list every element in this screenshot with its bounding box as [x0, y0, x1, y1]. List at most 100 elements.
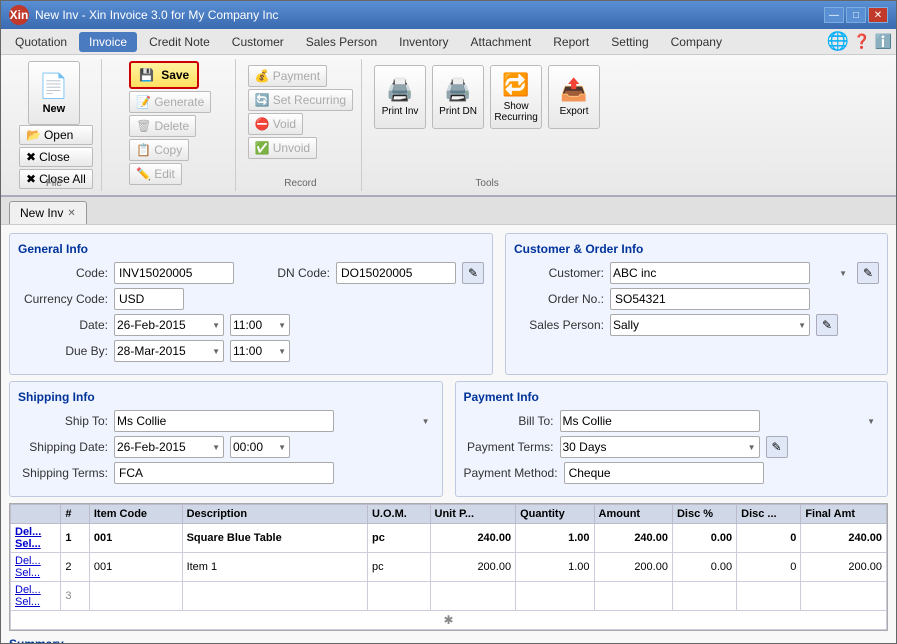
- void-button[interactable]: ⛔ Void: [248, 113, 303, 135]
- shipping-time-select[interactable]: 00:00: [230, 436, 290, 458]
- row2-unit-price[interactable]: 200.00: [430, 553, 516, 582]
- row1-del-link[interactable]: Del...: [15, 526, 41, 538]
- row1-sel-link[interactable]: Sel...: [15, 538, 41, 550]
- payment-terms-select[interactable]: 30 Days: [560, 436, 760, 458]
- add-row[interactable]: ✱: [11, 611, 887, 630]
- export-icon: 📤: [560, 77, 587, 103]
- row2-amount[interactable]: 200.00: [594, 553, 672, 582]
- row3-quantity[interactable]: [516, 582, 594, 611]
- sales-person-action-icon[interactable]: ✎: [816, 314, 838, 336]
- row2-uom[interactable]: pc: [367, 553, 430, 582]
- dn-code-action-icon[interactable]: ✎: [462, 262, 484, 284]
- show-recurring-button[interactable]: 🔁 Show Recurring: [490, 65, 542, 129]
- date-select[interactable]: 26-Feb-2015: [114, 314, 224, 336]
- row1-final-amt[interactable]: 240.00: [801, 524, 887, 553]
- dn-code-input[interactable]: [336, 262, 456, 284]
- new-inv-tab[interactable]: New Inv ✕: [9, 201, 87, 224]
- tab-close-icon[interactable]: ✕: [67, 208, 75, 219]
- menu-setting[interactable]: Setting: [601, 32, 658, 52]
- row2-disc-pct[interactable]: 0.00: [672, 553, 736, 582]
- bill-to-select[interactable]: Ms Collie: [560, 410, 760, 432]
- menu-invoice[interactable]: Invoice: [79, 32, 137, 52]
- ship-to-select[interactable]: Ms Collie: [114, 410, 334, 432]
- row1-unit-price[interactable]: 240.00: [430, 524, 516, 553]
- due-time-select[interactable]: 11:00: [230, 340, 290, 362]
- row3-final-amt[interactable]: [801, 582, 887, 611]
- menu-sales-person[interactable]: Sales Person: [296, 32, 387, 52]
- ribbon-tools-group: 🖨️ Print Inv 🖨️ Print DN 🔁 Show Recurrin…: [366, 59, 608, 191]
- row3-amount[interactable]: [594, 582, 672, 611]
- row1-uom[interactable]: pc: [367, 524, 430, 553]
- sales-person-select[interactable]: Sally: [610, 314, 810, 336]
- customer-action-icon[interactable]: ✎: [857, 262, 879, 284]
- row3-unit-price[interactable]: [430, 582, 516, 611]
- code-input[interactable]: [114, 262, 234, 284]
- row1-disc-amt[interactable]: 0: [737, 524, 801, 553]
- row3-del-link[interactable]: Del...: [15, 584, 41, 596]
- payment-button[interactable]: 💰 Payment: [248, 65, 327, 87]
- row3-disc-amt[interactable]: [737, 582, 801, 611]
- row3-disc-pct[interactable]: [672, 582, 736, 611]
- due-date-select[interactable]: 28-Mar-2015: [114, 340, 224, 362]
- menu-report[interactable]: Report: [543, 32, 599, 52]
- menu-customer[interactable]: Customer: [222, 32, 294, 52]
- generate-button[interactable]: 📝 Generate: [129, 91, 211, 113]
- ship-to-row: Ship To: Ms Collie: [18, 410, 434, 432]
- add-row-icon[interactable]: ✱: [443, 613, 453, 627]
- row2-final-amt[interactable]: 200.00: [801, 553, 887, 582]
- main-window: Xin New Inv - Xin Invoice 3.0 for My Com…: [0, 0, 897, 644]
- open-button[interactable]: 📂 Open: [19, 125, 93, 145]
- row2-del-link[interactable]: Del...: [15, 555, 41, 567]
- print-inv-button[interactable]: 🖨️ Print Inv: [374, 65, 426, 129]
- close-button-ribbon[interactable]: ✖ Close: [19, 147, 93, 167]
- print-dn-button[interactable]: 🖨️ Print DN: [432, 65, 484, 129]
- shipping-terms-input[interactable]: [114, 462, 334, 484]
- set-recurring-button[interactable]: 🔄 Set Recurring: [248, 89, 353, 111]
- row2-item-code[interactable]: 001: [89, 553, 182, 582]
- row1-num: 1: [61, 524, 90, 553]
- time-select[interactable]: 11:00: [230, 314, 290, 336]
- row2-quantity[interactable]: 1.00: [516, 553, 594, 582]
- delete-button[interactable]: 🗑 Delete: [129, 115, 196, 137]
- row3-item-code[interactable]: [89, 582, 182, 611]
- row3-uom[interactable]: [367, 582, 430, 611]
- help-icon[interactable]: ❓: [853, 33, 870, 50]
- shipping-date-select[interactable]: 26-Feb-2015: [114, 436, 224, 458]
- export-button[interactable]: 📤 Export: [548, 65, 600, 129]
- customer-select[interactable]: ABC inc: [610, 262, 810, 284]
- row1-description[interactable]: Square Blue Table: [182, 524, 367, 553]
- close-button[interactable]: ✕: [868, 7, 888, 23]
- row1-quantity[interactable]: 1.00: [516, 524, 594, 553]
- row2-disc-amt[interactable]: 0: [737, 553, 801, 582]
- recurring-icon: 🔄: [255, 93, 270, 107]
- payment-terms-row: Payment Terms: 30 Days ✎: [464, 436, 880, 458]
- row1-disc-pct[interactable]: 0.00: [672, 524, 736, 553]
- currency-input[interactable]: [114, 288, 184, 310]
- ribbon: 📄 New 📂 Open ✖ Close ✖ Close All File: [1, 55, 896, 197]
- row1-amount[interactable]: 240.00: [594, 524, 672, 553]
- customer-label: Customer:: [514, 266, 604, 280]
- edit-button[interactable]: ✏️ Edit: [129, 163, 182, 185]
- row3-description[interactable]: [182, 582, 367, 611]
- save-button[interactable]: 💾 Save: [129, 61, 199, 89]
- menu-company[interactable]: Company: [661, 32, 732, 52]
- row1-actions: Del... Sel...: [11, 524, 61, 553]
- copy-button[interactable]: 📋 Copy: [129, 139, 189, 161]
- row2-sel-link[interactable]: Sel...: [15, 567, 40, 579]
- unvoid-button[interactable]: ✅ Unvoid: [248, 137, 317, 159]
- row1-item-code[interactable]: 001: [89, 524, 182, 553]
- payment-terms-action-icon[interactable]: ✎: [766, 436, 788, 458]
- minimize-button[interactable]: —: [824, 7, 844, 23]
- row3-sel-link[interactable]: Sel...: [15, 596, 40, 608]
- menu-quotation[interactable]: Quotation: [5, 32, 77, 52]
- order-no-input[interactable]: [610, 288, 810, 310]
- menu-credit-note[interactable]: Credit Note: [139, 32, 220, 52]
- menu-attachment[interactable]: Attachment: [461, 32, 542, 52]
- menu-inventory[interactable]: Inventory: [389, 32, 458, 52]
- top-form: General Info Code: DN Code: ✎ Currency C…: [9, 233, 888, 375]
- payment-method-input[interactable]: [564, 462, 764, 484]
- info-icon[interactable]: ℹ️: [875, 33, 892, 50]
- new-button[interactable]: 📄 New: [28, 61, 80, 125]
- maximize-button[interactable]: □: [846, 7, 866, 23]
- row2-description[interactable]: Item 1: [182, 553, 367, 582]
